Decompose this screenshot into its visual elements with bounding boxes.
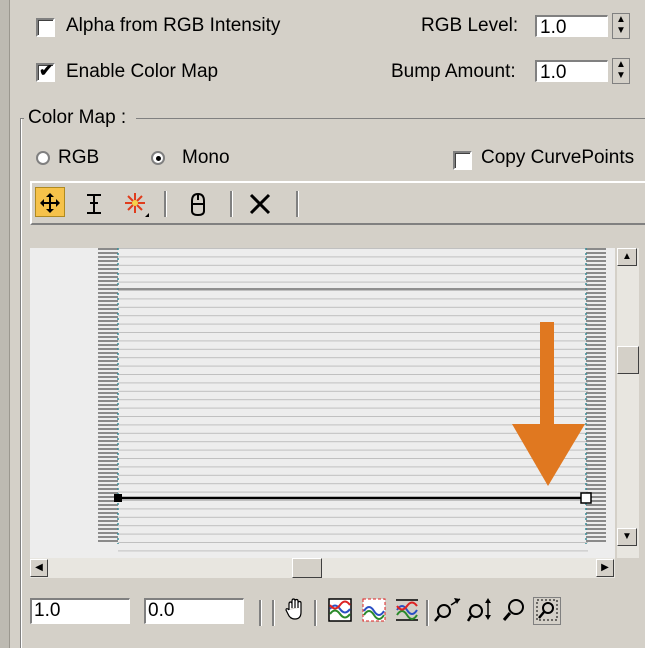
rgb-level-field[interactable]: 1.0 xyxy=(535,15,608,38)
insert-point-icon xyxy=(125,192,149,217)
curve-graph[interactable] xyxy=(30,248,615,558)
pan-icon[interactable] xyxy=(281,597,309,625)
alpha-from-rgb-label: Alpha from RGB Intensity xyxy=(66,15,281,36)
toolbar-separator xyxy=(230,191,233,217)
toolbar-separator xyxy=(164,191,167,217)
bottom-separator xyxy=(259,600,262,626)
zoom-region-icon xyxy=(536,599,558,621)
scroll-up-arrow-icon[interactable]: ▲ xyxy=(617,248,637,266)
bottom-separator xyxy=(314,600,317,626)
zoom-horizontal-icon[interactable] xyxy=(434,597,462,625)
group-border-top xyxy=(136,118,645,119)
enable-color-map-label: Enable Color Map xyxy=(66,61,219,82)
rgb-radio-label: RGB xyxy=(58,147,100,168)
x-value-field[interactable]: 1.0 xyxy=(30,598,130,624)
vertical-scroll-thumb[interactable] xyxy=(617,346,639,374)
enable-color-map-checkbox[interactable]: ✔ xyxy=(36,61,55,82)
scroll-right-arrow-icon[interactable]: ▶ xyxy=(596,559,614,577)
reset-curves-icon xyxy=(191,192,205,216)
scroll-left-arrow-icon[interactable]: ◀ xyxy=(30,559,48,577)
rgb-level-label: RGB Level: xyxy=(421,15,519,36)
curve-point-end[interactable] xyxy=(580,492,592,504)
rgb-radio[interactable] xyxy=(36,151,50,165)
copy-curve-points-checkbox[interactable] xyxy=(453,151,472,170)
curve-toolbar xyxy=(30,181,645,225)
rgb-level-spinner[interactable]: ▲ ▼ xyxy=(612,13,630,39)
delete-point-icon xyxy=(249,193,271,214)
bottom-separator xyxy=(426,600,429,626)
curve-point-start[interactable] xyxy=(114,494,122,502)
horizontal-scroll-thumb[interactable] xyxy=(292,558,322,578)
zoom-value-extents-icon[interactable] xyxy=(393,597,421,625)
bump-amount-field[interactable]: 1.0 xyxy=(535,60,608,83)
scroll-down-arrow-icon[interactable]: ▼ xyxy=(617,528,637,546)
move-icon[interactable] xyxy=(35,187,65,217)
zoom-region-icon[interactable] xyxy=(533,597,561,625)
bottom-separator xyxy=(272,600,275,626)
checkmark-icon: ✔ xyxy=(39,61,54,80)
color-map-group-label: Color Map : xyxy=(28,107,127,128)
scale-point-icon[interactable] xyxy=(78,187,110,219)
toolbar-separator xyxy=(296,191,299,217)
insert-point-icon[interactable] xyxy=(120,187,152,219)
scale-point-icon xyxy=(87,193,101,214)
mono-radio[interactable] xyxy=(151,151,165,165)
bump-amount-spinner[interactable]: ▲ ▼ xyxy=(612,58,630,84)
panel-left-edge xyxy=(0,0,10,648)
zoom-horizontal-extents-icon xyxy=(362,598,386,622)
delete-point-icon[interactable] xyxy=(244,187,276,219)
y-value-field[interactable]: 0.0 xyxy=(144,598,244,624)
zoom-extents-icon xyxy=(328,598,352,622)
vertical-scrollbar[interactable]: ▲ ▼ xyxy=(617,248,639,558)
zoom-icon xyxy=(502,599,524,621)
zoom-vertical-icon[interactable] xyxy=(466,597,495,625)
horizontal-scrollbar[interactable]: ◀ ▶ xyxy=(30,558,615,578)
zoom-extents-icon[interactable] xyxy=(326,597,354,625)
zoom-horizontal-icon xyxy=(434,598,461,622)
zoom-horizontal-extents-icon[interactable] xyxy=(360,597,388,625)
alpha-from-rgb-checkbox[interactable] xyxy=(36,18,55,37)
group-border-left-highlight xyxy=(21,119,22,648)
copy-curve-points-label: Copy CurvePoints xyxy=(481,147,635,168)
pan-icon xyxy=(285,598,302,620)
bump-amount-label: Bump Amount: xyxy=(391,61,516,82)
zoom-icon[interactable] xyxy=(500,597,528,625)
zoom-value-extents-icon xyxy=(396,599,418,621)
move-icon xyxy=(40,192,60,213)
curve-graph-canvas[interactable] xyxy=(30,248,615,558)
zoom-vertical-icon xyxy=(466,598,491,622)
reset-curves-icon[interactable] xyxy=(182,187,214,219)
mono-radio-label: Mono xyxy=(182,147,230,168)
